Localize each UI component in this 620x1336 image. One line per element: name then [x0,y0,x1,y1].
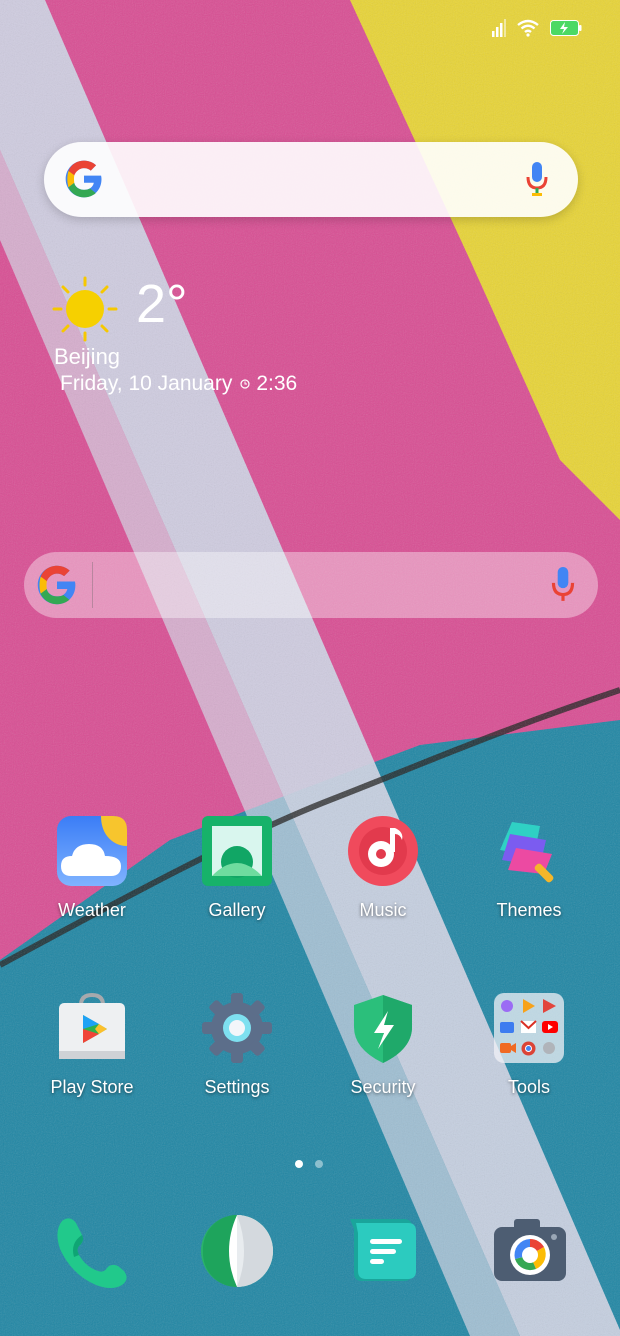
gallery-app-icon [202,816,272,886]
app-play-store[interactable]: Play Store [27,992,157,1098]
weather-app-icon [57,816,127,886]
google-search-bar[interactable] [24,552,598,618]
city-name: Beijing [54,344,121,369]
themes-app-icon [494,816,564,886]
camera-icon [492,1219,568,1293]
battery-charging-icon [550,20,582,36]
page-dot [315,1160,323,1168]
mic-icon[interactable] [526,162,548,201]
app-label: Themes [496,900,562,920]
app-label: Tools [507,1077,551,1097]
date-text: Friday, 10 January [60,372,233,395]
clock-icon [240,379,250,389]
dock-camera[interactable] [492,1213,568,1289]
app-gallery[interactable]: Gallery [172,816,302,921]
app-security[interactable]: Security [318,993,448,1098]
phone-icon [52,1218,128,1293]
app-settings[interactable]: Settings [172,993,302,1098]
app-music[interactable]: Music [318,816,448,921]
page-indicator [295,1160,323,1168]
music-app-icon [348,816,418,886]
dock-phone[interactable] [52,1213,128,1289]
temperature: 2° [136,274,188,334]
wifi-icon [516,19,540,37]
signal-icon [492,19,506,37]
app-label: Play Store [50,1077,134,1097]
google-icon [36,564,78,611]
messages-icon [346,1219,422,1293]
security-icon [348,993,418,1063]
settings-icon [202,993,272,1063]
app-label: Music [359,900,407,920]
date-time: Friday, 10 January 2:36 [60,372,297,396]
search-divider [92,562,93,608]
app-label: Security [350,1077,416,1097]
app-themes[interactable]: Themes [464,816,594,921]
browser-icon [199,1215,275,1293]
app-label: Weather [58,900,126,920]
status-bar [492,14,582,42]
dock-browser[interactable] [199,1213,275,1289]
app-label: Settings [204,1077,270,1097]
page-dot-active [295,1160,303,1168]
dock-messages[interactable] [346,1213,422,1289]
time-text: 2:36 [256,372,298,395]
mic-icon[interactable] [550,567,576,608]
sun-icon [52,276,118,347]
tools-folder-icon [494,993,564,1063]
app-weather[interactable]: Weather [27,816,157,921]
google-search-widget[interactable] [44,142,578,217]
app-label: Gallery [208,900,266,920]
app-tools-folder[interactable]: Tools [464,993,594,1098]
google-icon [64,159,104,204]
play-store-icon [57,992,127,1063]
